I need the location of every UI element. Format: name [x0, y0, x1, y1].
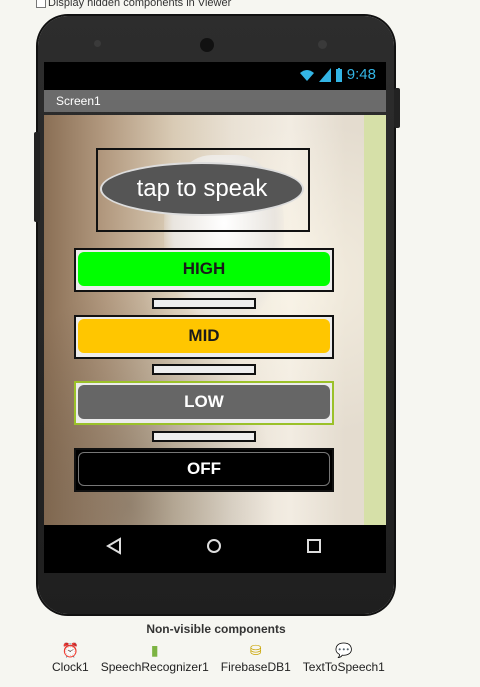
battery-icon	[335, 67, 342, 82]
nonvisible-components-list: ⏰ Clock1 ▮ SpeechRecognizer1 ⛁ FirebaseD…	[52, 641, 385, 675]
navigation-bar	[44, 525, 386, 573]
mid-button[interactable]: MID	[78, 319, 330, 353]
tap-to-speak-button[interactable]: tap to speak	[100, 162, 304, 216]
app-screen: tap to speak HIGH MID LOW OFF	[44, 115, 386, 525]
status-bar: 9:48	[44, 62, 386, 90]
component-label: SpeechRecognizer1	[100, 660, 209, 674]
off-button[interactable]: OFF	[78, 452, 330, 486]
high-button[interactable]: HIGH	[78, 252, 330, 286]
front-camera-icon	[318, 40, 327, 49]
component-label: FirebaseDB1	[220, 660, 291, 674]
speaker-icon	[200, 38, 214, 52]
signal-icon	[318, 67, 331, 82]
display-hidden-checkbox[interactable]	[36, 0, 46, 8]
speech-bubble-icon: 💬	[335, 641, 353, 658]
home-circle-icon[interactable]	[206, 537, 222, 555]
display-hidden-checkbox-row[interactable]: Display hidden components in Viewer	[36, 0, 231, 11]
component-clock[interactable]: ⏰ Clock1	[52, 641, 89, 675]
component-speech-recognizer[interactable]: ▮ SpeechRecognizer1	[100, 641, 209, 675]
clock-icon: ⏰	[61, 641, 80, 658]
high-level-bar	[152, 298, 256, 309]
android-icon: ▮	[150, 641, 159, 658]
component-firebasedb[interactable]: ⛁ FirebaseDB1	[220, 641, 291, 675]
screen-title-bar: Screen1	[44, 90, 386, 112]
display-hidden-label: Display hidden components in Viewer	[48, 0, 232, 9]
screen-edge-strip	[364, 115, 386, 525]
nonvisible-components-title: Non-visible components	[146, 622, 286, 636]
wifi-icon	[299, 69, 314, 81]
database-icon: ⛁	[249, 641, 262, 658]
low-level-bar	[152, 431, 256, 442]
recent-square-icon[interactable]	[306, 537, 322, 555]
screen-title: Screen1	[56, 94, 101, 108]
component-text-to-speech[interactable]: 💬 TextToSpeech1	[302, 641, 385, 675]
component-label: TextToSpeech1	[302, 660, 385, 674]
power-button	[394, 88, 400, 128]
status-time: 9:48	[346, 66, 376, 83]
front-sensor-icon	[94, 40, 101, 47]
mid-level-bar	[152, 364, 256, 375]
back-triangle-icon[interactable]	[106, 537, 122, 555]
component-label: Clock1	[52, 660, 89, 674]
volume-button	[34, 132, 40, 222]
low-button[interactable]: LOW	[78, 385, 330, 419]
